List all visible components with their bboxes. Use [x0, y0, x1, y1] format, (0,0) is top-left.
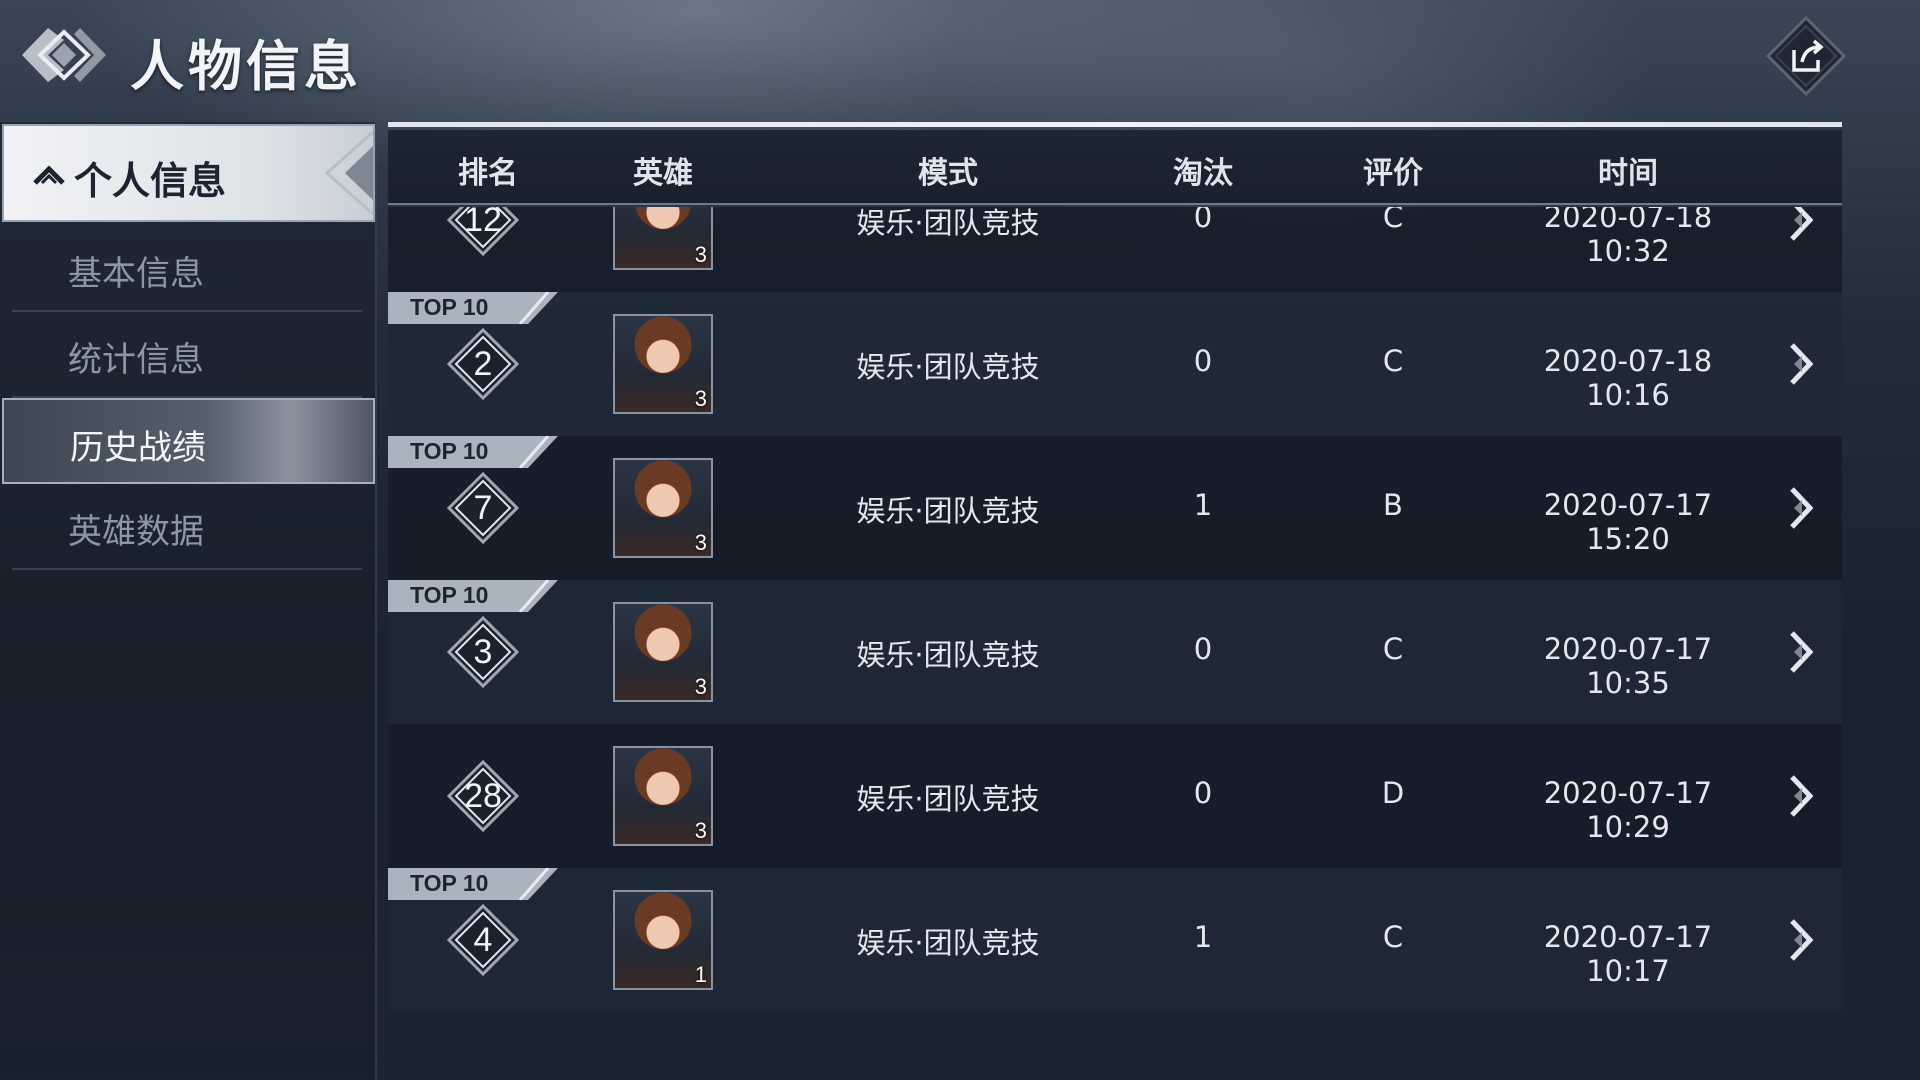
- rating-value: C: [1382, 344, 1404, 378]
- rank-value: 7: [473, 489, 493, 527]
- column-header-time: 时间: [1598, 156, 1658, 191]
- sidebar-item-label: 统计信息: [68, 340, 204, 380]
- hero-avatar: 3: [613, 207, 713, 270]
- header-bar: 人物信息: [0, 0, 1920, 115]
- eliminations-value: 0: [1193, 632, 1213, 666]
- sidebar-item-basic-info[interactable]: 基本信息: [12, 226, 362, 312]
- section-decoration-icon: [324, 130, 373, 216]
- mode-value: 娱乐·团队竞技: [856, 926, 1040, 960]
- hero-avatar: 1: [613, 890, 713, 990]
- sidebar-item-label: 英雄数据: [68, 512, 204, 552]
- share-button[interactable]: [1764, 14, 1848, 98]
- sidebar-item-hero-data[interactable]: 英雄数据: [12, 484, 362, 570]
- rating-value: D: [1381, 776, 1405, 810]
- page-title: 人物信息: [130, 34, 362, 98]
- mode-value: 娱乐·团队竞技: [856, 494, 1040, 528]
- table-row[interactable]: TOP 10 4 1 娱乐·团队竞技 1 C 2020-07-17 10:17: [388, 868, 1842, 1012]
- game-emblem-icon: [22, 28, 106, 82]
- column-header-rank: 排名: [458, 156, 518, 191]
- column-header-eliminations: 淘汰: [1173, 156, 1233, 191]
- chevron-right-icon[interactable]: [1780, 627, 1820, 677]
- eliminations-value: 0: [1193, 344, 1213, 378]
- sidebar-item-label: 历史战绩: [70, 428, 206, 468]
- eliminations-value: 1: [1193, 920, 1213, 954]
- sidebar-item-stats-info[interactable]: 统计信息: [12, 312, 362, 398]
- hero-avatar: 3: [613, 314, 713, 414]
- chevron-right-icon[interactable]: [1780, 915, 1820, 965]
- rating-value: C: [1382, 920, 1404, 954]
- table-row[interactable]: TOP 10 7 3 娱乐·团队竞技 1 B 2020-07-17 15:20: [388, 436, 1842, 580]
- time-value: 2020-07-17 10:29: [1543, 776, 1713, 844]
- hero-level: 3: [694, 242, 707, 267]
- hero-level: 1: [694, 962, 707, 987]
- chevron-right-icon[interactable]: [1780, 483, 1820, 533]
- rating-value: C: [1382, 632, 1404, 666]
- top10-label: TOP 10: [410, 294, 489, 320]
- mode-value: 娱乐·团队竞技: [856, 207, 1040, 240]
- sidebar-item-label: 基本信息: [68, 254, 204, 294]
- rank-value: 28: [464, 777, 502, 815]
- eliminations-value: 0: [1193, 776, 1213, 810]
- chevron-up-icon: [33, 165, 65, 185]
- sidebar-section-personal-info[interactable]: 个人信息: [2, 124, 375, 222]
- chevron-right-icon[interactable]: [1780, 207, 1820, 245]
- top10-label: TOP 10: [410, 582, 489, 608]
- rank-value: 2: [473, 345, 493, 383]
- match-history-table: 排名 英雄 模式 淘汰 评价 时间 12 3 娱乐·团队竞技 0 C 2020-…: [388, 122, 1842, 1022]
- time-value: 2020-07-17 10:17: [1543, 920, 1713, 988]
- hero-level: 3: [694, 818, 707, 843]
- sidebar-section-label: 个人信息: [74, 159, 227, 203]
- rank-value: 4: [473, 921, 493, 959]
- table-header: 排名 英雄 模式 淘汰 评价 时间: [388, 130, 1842, 205]
- mode-value: 娱乐·团队竞技: [856, 638, 1040, 672]
- table-row[interactable]: 28 3 娱乐·团队竞技 0 D 2020-07-17 10:29: [388, 724, 1842, 868]
- table-body: 12 3 娱乐·团队竞技 0 C 2020-07-18 10:32 TOP 10…: [388, 207, 1842, 1027]
- table-top-divider: [388, 122, 1842, 127]
- column-header-rating: 评价: [1363, 156, 1423, 191]
- top10-label: TOP 10: [410, 438, 489, 464]
- time-value: 2020-07-18 10:16: [1543, 344, 1713, 412]
- eliminations-value: 1: [1193, 488, 1213, 522]
- hero-avatar: 3: [613, 458, 713, 558]
- hero-level: 3: [694, 386, 707, 411]
- time-value: 2020-07-18 10:32: [1543, 207, 1713, 268]
- hero-level: 3: [694, 674, 707, 699]
- chevron-right-icon[interactable]: [1780, 771, 1820, 821]
- rating-value: B: [1383, 488, 1403, 522]
- table-row[interactable]: TOP 10 2 3 娱乐·团队竞技 0 C 2020-07-18 10:16: [388, 292, 1842, 436]
- top10-label: TOP 10: [410, 870, 489, 896]
- hero-level: 3: [694, 530, 707, 555]
- mode-value: 娱乐·团队竞技: [856, 350, 1040, 384]
- hero-avatar: 3: [613, 602, 713, 702]
- hero-avatar: 3: [613, 746, 713, 846]
- time-value: 2020-07-17 15:20: [1543, 488, 1713, 556]
- chevron-right-icon[interactable]: [1780, 339, 1820, 389]
- time-value: 2020-07-17 10:35: [1543, 632, 1713, 700]
- sidebar: 个人信息 基本信息 统计信息 历史战绩 英雄数据: [0, 122, 377, 1080]
- rank-value: 12: [464, 207, 502, 239]
- eliminations-value: 0: [1193, 207, 1213, 234]
- column-header-hero: 英雄: [633, 156, 693, 191]
- table-row[interactable]: 12 3 娱乐·团队竞技 0 C 2020-07-18 10:32: [388, 207, 1842, 292]
- column-header-mode: 模式: [918, 156, 978, 191]
- sidebar-item-match-history[interactable]: 历史战绩: [2, 398, 375, 484]
- table-row[interactable]: TOP 10 3 3 娱乐·团队竞技 0 C 2020-07-17 10:35: [388, 580, 1842, 724]
- mode-value: 娱乐·团队竞技: [856, 782, 1040, 816]
- rank-value: 3: [473, 633, 493, 671]
- rating-value: C: [1382, 207, 1404, 234]
